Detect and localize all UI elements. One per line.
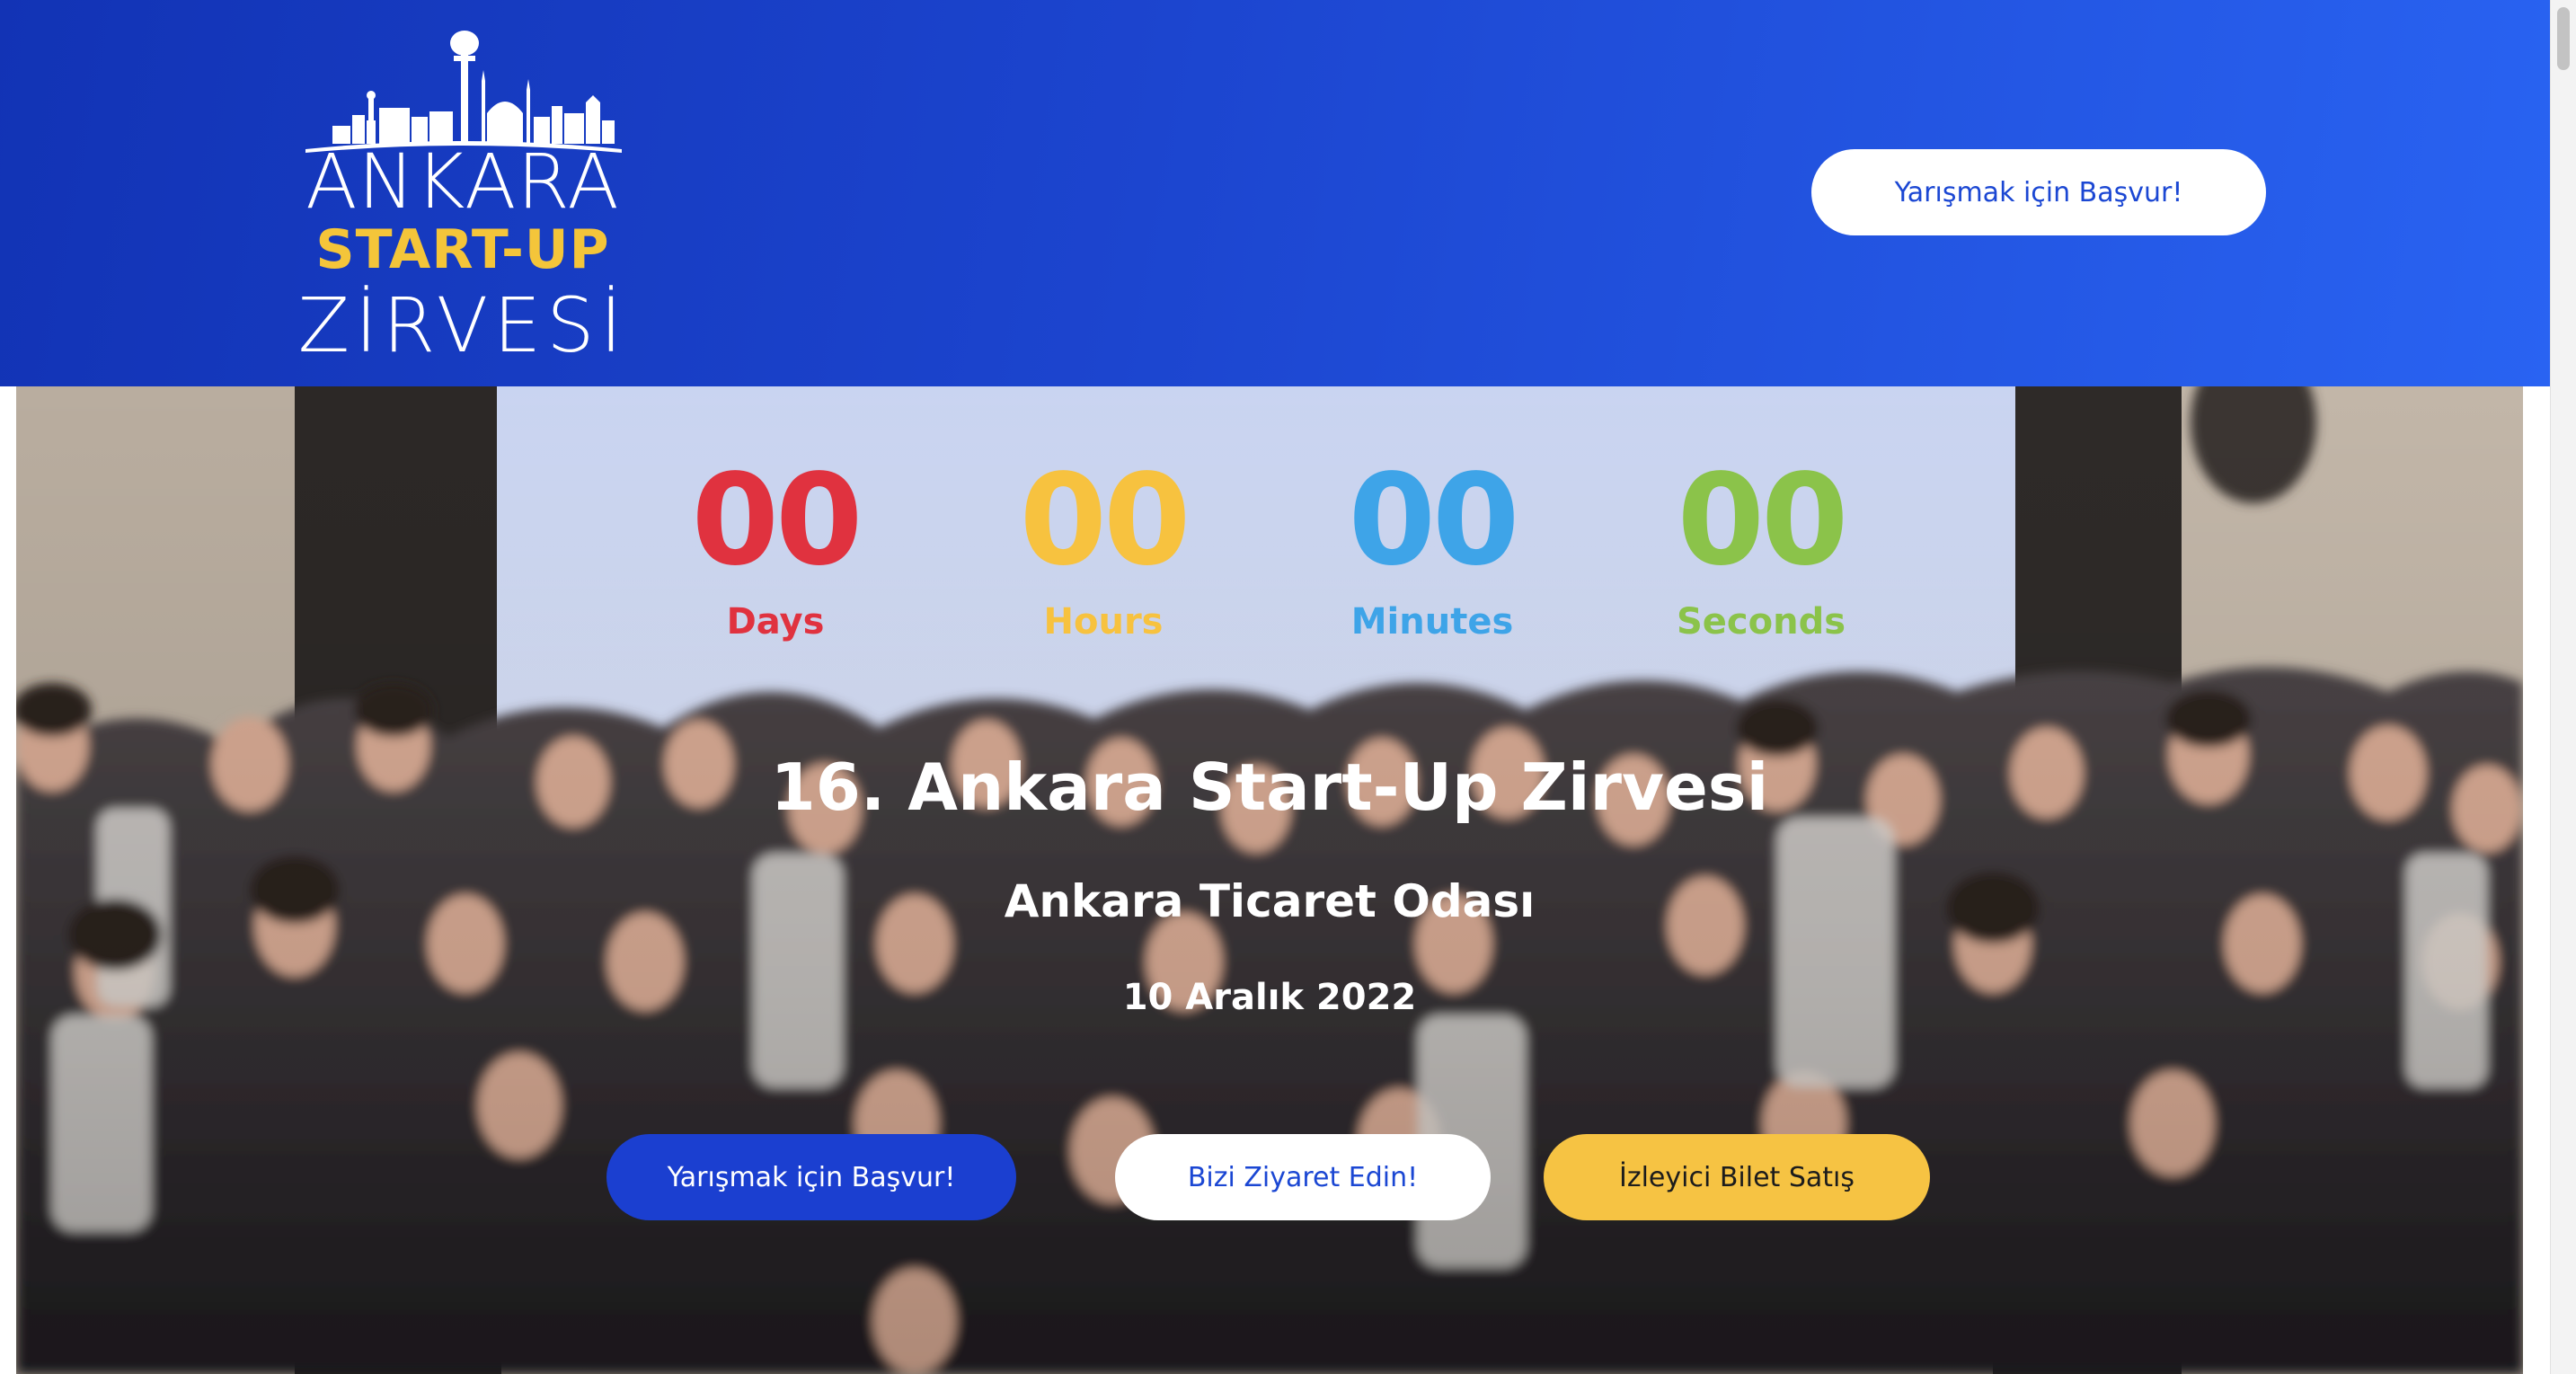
countdown-minutes-value: 00 [1348, 448, 1520, 594]
countdown-hours: 00 Hours [969, 448, 1238, 643]
countdown-days-label: Days [726, 601, 825, 643]
countdown-days: 00 Days [641, 448, 910, 643]
site-header: ANKARA START-UP ZİRVESİ Yarışmak için Ba… [0, 0, 2550, 386]
countdown-minutes-label: Minutes [1350, 601, 1514, 643]
countdown-hours-label: Hours [1043, 601, 1164, 643]
event-title: 16. Ankara Start-Up Zirvesi [770, 749, 1769, 825]
countdown-hours-value: 00 [1019, 448, 1191, 594]
logo-text-startup: START-UP [315, 218, 610, 281]
countdown-seconds-value: 00 [1677, 448, 1849, 594]
page-gutter [2523, 386, 2550, 1374]
event-date: 10 Aralık 2022 [1122, 977, 1417, 1018]
countdown-days-value: 00 [691, 448, 863, 594]
logo-text-ankara: ANKARA [305, 137, 620, 226]
countdown-minutes: 00 Minutes [1297, 448, 1567, 643]
site-logo[interactable]: ANKARA START-UP ZİRVESİ [297, 27, 629, 363]
page: ANKARA START-UP ZİRVESİ Yarışmak için Ba… [0, 0, 2576, 1374]
header-apply-button[interactable]: Yarışmak için Başvur! [1811, 149, 2266, 235]
hero-section: 00 Days 00 Hours 00 Minutes 00 Seconds 1… [16, 386, 2523, 1374]
ankara-skyline-icon [305, 31, 622, 153]
scrollbar-thumb[interactable] [2557, 7, 2570, 70]
event-venue: Ankara Ticaret Odası [1004, 875, 1536, 927]
ticket-button[interactable]: İzleyici Bilet Satış [1544, 1134, 1930, 1220]
vertical-scrollbar[interactable] [2550, 0, 2576, 1374]
logo-text-zirvesi: ZİRVESİ [297, 281, 628, 369]
apply-button[interactable]: Yarışmak için Başvur! [606, 1134, 1016, 1220]
visit-button[interactable]: Bizi Ziyaret Edin! [1115, 1134, 1491, 1220]
countdown-seconds: 00 Seconds [1626, 448, 1896, 643]
countdown-seconds-label: Seconds [1676, 601, 1846, 643]
